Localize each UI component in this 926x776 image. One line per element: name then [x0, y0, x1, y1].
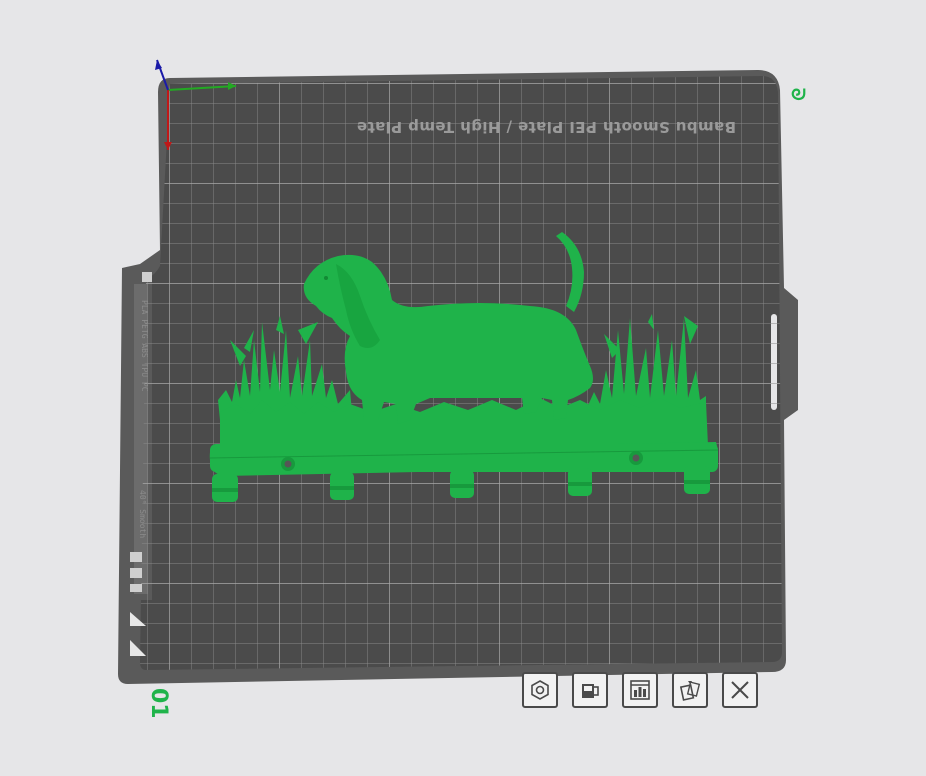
- plate-settings-icon: [630, 680, 650, 700]
- lock-plate-button[interactable]: [572, 672, 608, 708]
- delete-plate-button[interactable]: [722, 672, 758, 708]
- pick-objects-button[interactable]: [672, 672, 708, 708]
- lock-icon: [582, 684, 599, 698]
- plate-toolbar: [522, 672, 758, 708]
- arrange-button[interactable]: [522, 672, 558, 708]
- build-plate-viewport[interactable]: Bambu Smooth PEI Plate / High Temp Plate…: [0, 0, 926, 776]
- plate-name-mark: ᘐ: [787, 88, 808, 101]
- plate-type-label: Bambu Smooth PEI Plate / High Temp Plate: [357, 118, 736, 136]
- plate-side-filaments: PLA PETG ABS TPU PC: [140, 300, 149, 392]
- pick-objects-icon: [679, 681, 701, 701]
- arrange-icon: [531, 680, 549, 700]
- plate-side-note: 40° Smooth: [138, 490, 147, 538]
- close-icon: [731, 681, 749, 699]
- plate-settings-button[interactable]: [622, 672, 658, 708]
- plate-number: 01: [146, 688, 171, 719]
